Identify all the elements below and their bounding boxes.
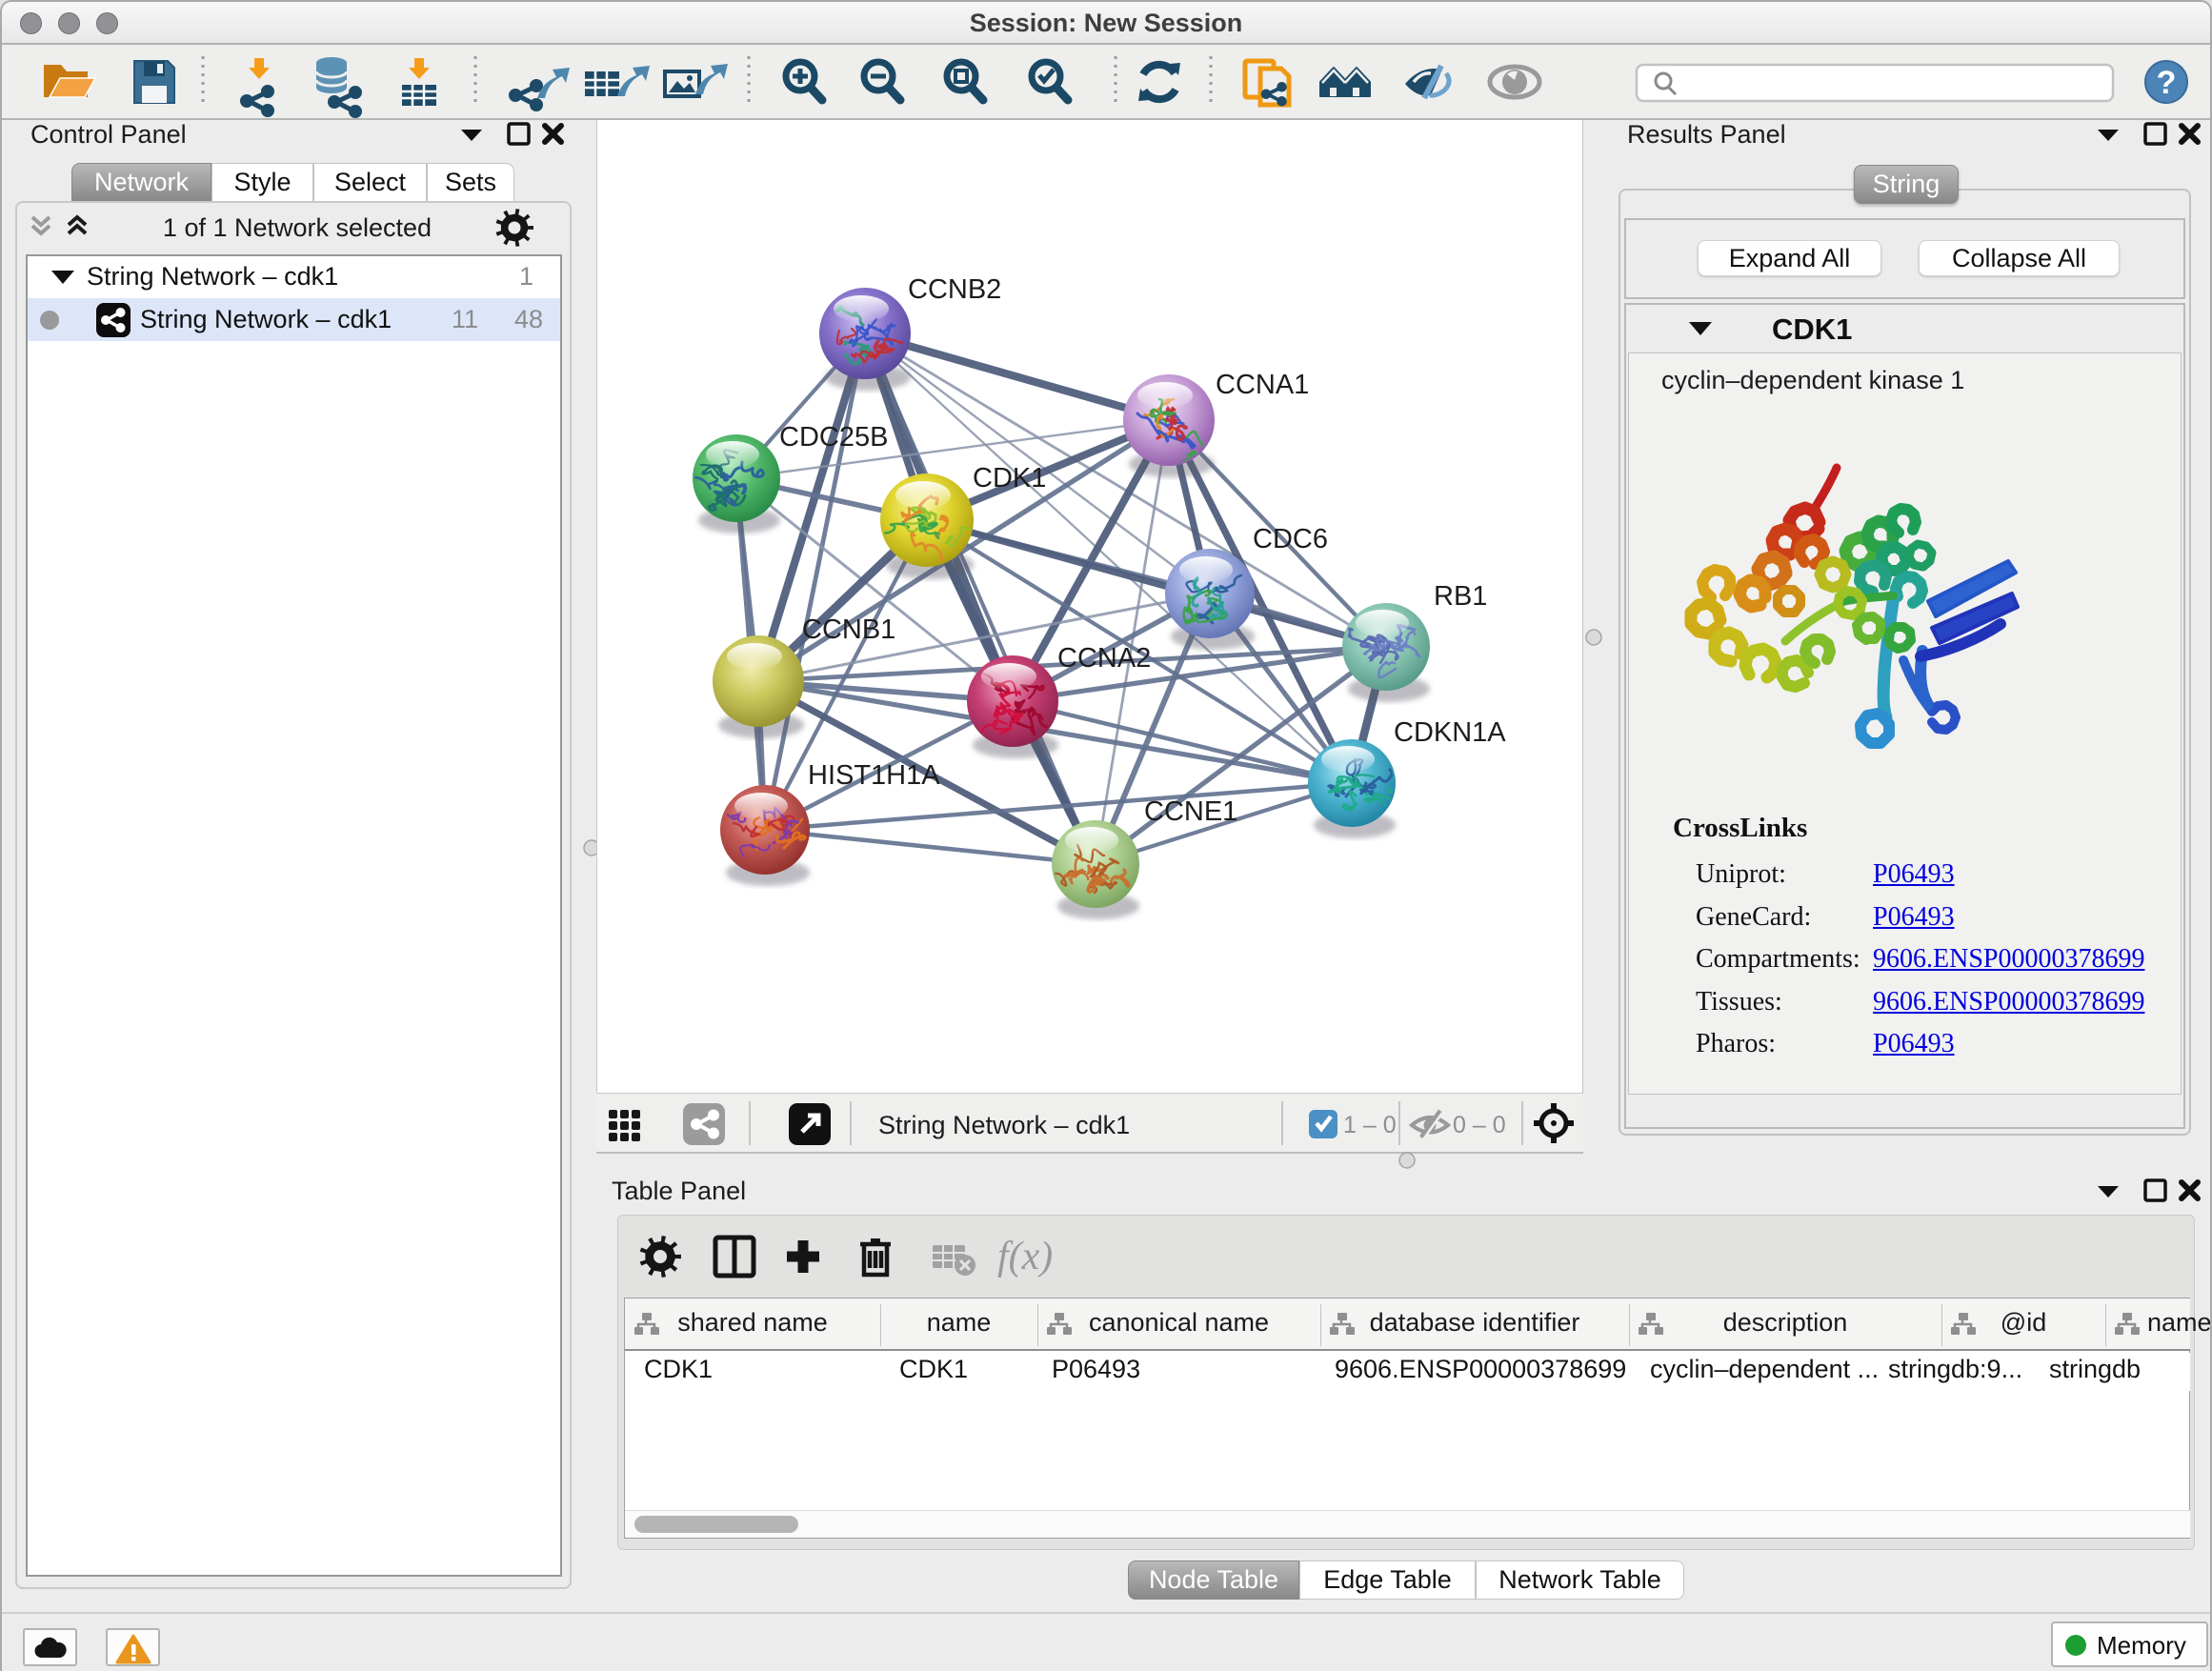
- svg-text:CCNB2: CCNB2: [908, 274, 1001, 305]
- svg-text:CCNE1: CCNE1: [1144, 796, 1237, 827]
- svg-text:CCNA1: CCNA1: [1216, 370, 1309, 400]
- svg-text:CCNB1: CCNB1: [802, 614, 895, 645]
- svg-text:CDKN1A: CDKN1A: [1394, 717, 1506, 748]
- svg-text:String Network – cdk1: String Network – cdk1: [878, 1111, 1130, 1139]
- svg-text:?: ?: [2157, 65, 2177, 101]
- svg-text:0 – 0: 0 – 0: [1453, 1112, 1506, 1138]
- svg-text:f(x): f(x): [997, 1235, 1053, 1278]
- svg-text:RB1: RB1: [1434, 581, 1487, 612]
- svg-text:CDK1: CDK1: [973, 463, 1046, 493]
- svg-text:HIST1H1A: HIST1H1A: [808, 760, 940, 791]
- svg-text:1 – 0: 1 – 0: [1343, 1112, 1397, 1138]
- svg-text:CDC6: CDC6: [1253, 524, 1328, 554]
- svg-text:CCNA2: CCNA2: [1057, 643, 1151, 674]
- svg-text:CDC25B: CDC25B: [779, 422, 888, 453]
